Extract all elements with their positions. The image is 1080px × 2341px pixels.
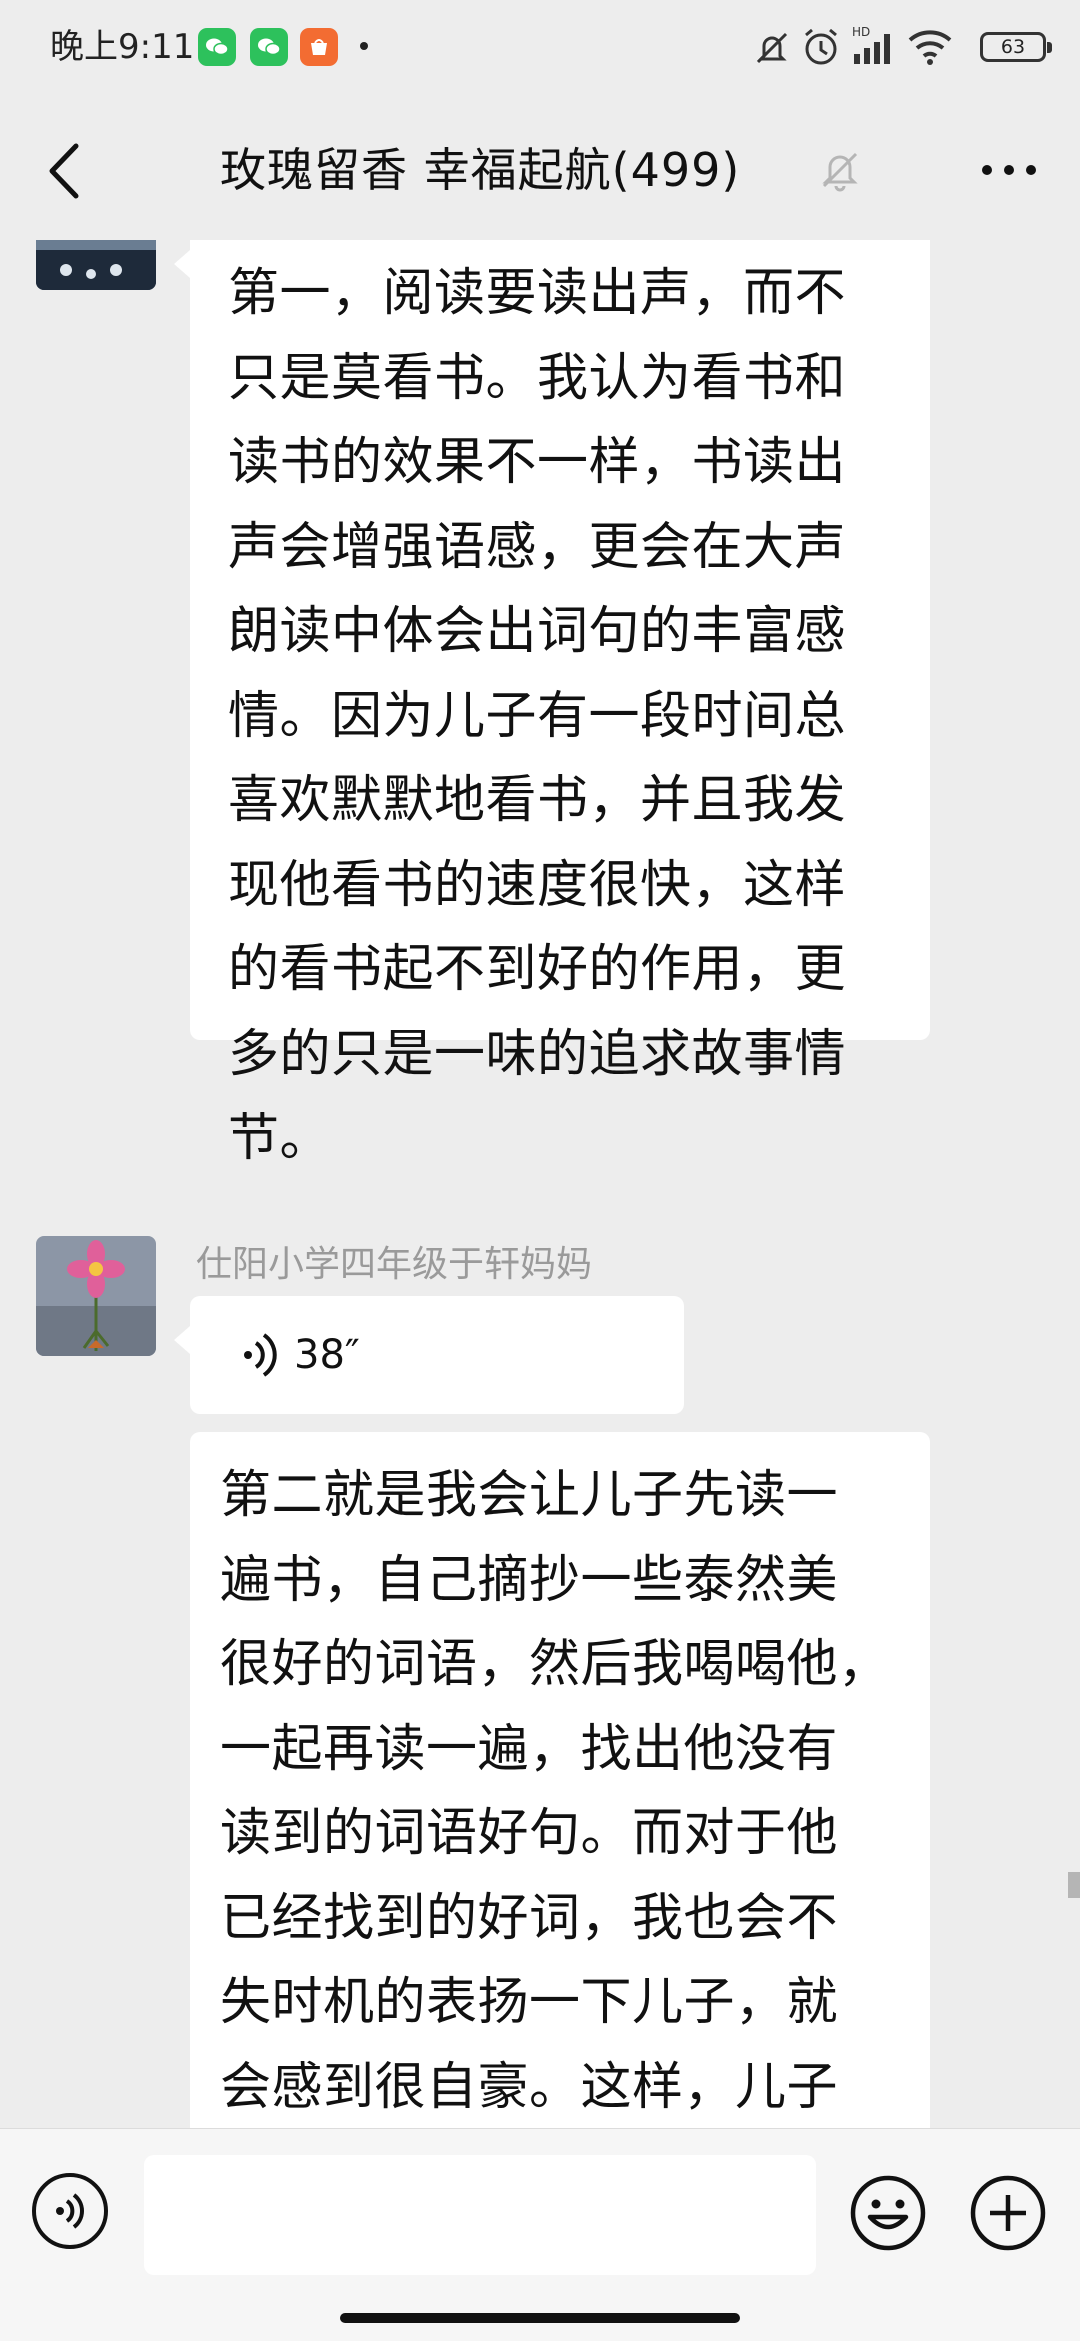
emoji-button[interactable] <box>848 2173 928 2253</box>
message-line: 读到的词语好句。而对于他 <box>220 1804 839 1863</box>
message-line: 节。 <box>228 1109 332 1168</box>
message-input[interactable] <box>144 2155 816 2275</box>
message-line: 读书的效果不一样，书读出 <box>228 433 847 492</box>
hd-signal-icon: HD <box>852 25 890 64</box>
emoji-icon <box>850 2175 926 2251</box>
avatar[interactable] <box>36 1236 156 1356</box>
message-line: 很好的词语，然后我喝喝他， <box>220 1635 890 1694</box>
voice-icon <box>56 2193 84 2229</box>
chat-header: 玫瑰留香 幸福起航(499) <box>0 100 1080 240</box>
home-indicator[interactable] <box>340 2313 740 2323</box>
scrollbar-thumb[interactable] <box>1068 1872 1080 1898</box>
message-line: 遍书，自己摘抄一些泰然美 <box>220 1550 839 1610</box>
alarm-icon <box>805 28 837 65</box>
message-bubble[interactable]: 第一，阅读要读出声，而不 只是莫看书。我认为看书和 读书的效果不一样，书读出 声… <box>174 240 930 1168</box>
message-line: 一起再读一遍，找出他没有 <box>220 1719 839 1779</box>
sender-name: 仕阳小学四年级于轩妈妈 <box>196 1244 593 1285</box>
mute-bell-icon <box>756 32 788 64</box>
message-bubble[interactable]: 第二就是我会让儿子先读一 遍书，自己摘抄一些泰然美 很好的词语，然后我喝喝他， … <box>190 1432 930 2128</box>
wifi-icon <box>908 30 952 65</box>
back-button[interactable] <box>36 136 96 206</box>
message-line: 声会增强语感，更会在大声 <box>228 517 847 577</box>
more-functions-button[interactable] <box>968 2173 1048 2253</box>
store-icon <box>300 28 338 66</box>
voice-wave-icon <box>244 1333 277 1377</box>
avatar[interactable] <box>36 240 156 290</box>
mute-icon <box>822 152 858 192</box>
message-line: 朗读中体会出词句的丰富感 <box>228 602 847 661</box>
message-line: 情。因为儿子有一段时间总 <box>228 686 847 746</box>
plus-icon <box>970 2175 1046 2251</box>
status-bar: 晚上9:11 HD 63 <box>0 0 1080 100</box>
message-line: 失时机的表扬一下儿子，就 <box>220 1973 839 2032</box>
message-line: 已经找到的好词，我也会不 <box>220 1888 839 1948</box>
voice-toggle-button[interactable] <box>32 2173 108 2249</box>
voice-message-bubble[interactable]: 38″ <box>174 1296 684 1414</box>
battery-icon: 63 <box>980 32 1052 62</box>
wechat-icon <box>198 28 236 66</box>
chat-title: 玫瑰留香 幸福起航(499) <box>220 143 741 197</box>
message-line: 多的只是一味的追求故事情 <box>228 1024 847 1084</box>
battery-level: 63 <box>1000 36 1026 58</box>
message-line: 第二就是我会让儿子先读一 <box>220 1466 839 1525</box>
wechat-icon <box>250 28 288 66</box>
message-line: 第一，阅读要读出声，而不 <box>228 264 847 323</box>
flower-avatar-image <box>36 1236 156 1356</box>
input-bar <box>0 2128 1080 2341</box>
message-line: 的看书起不到好的作用，更 <box>228 940 847 999</box>
message-line: 会感到很自豪。这样，儿子 <box>220 2057 839 2117</box>
message-line: 喜欢默默地看书，并且我发 <box>228 771 847 830</box>
message-line: 只是莫看书。我认为看书和 <box>228 348 847 408</box>
message-text: 第二就是我会让儿子先读一 遍书，自己摘抄一些泰然美 很好的词语，然后我喝喝他， … <box>220 1454 890 2128</box>
more-icon <box>982 165 1036 175</box>
voice-duration: 38″ <box>294 1332 360 1378</box>
message-list[interactable]: 第一，阅读要读出声，而不 只是莫看书。我认为看书和 读书的效果不一样，书读出 声… <box>0 240 1080 2128</box>
message-line: 现他看书的速度很快，这样 <box>228 855 847 915</box>
notification-dot <box>360 42 368 50</box>
back-icon <box>49 143 79 199</box>
status-time: 晚上9:11 <box>50 27 195 67</box>
more-button[interactable] <box>974 140 1044 200</box>
avatar-image <box>36 240 156 290</box>
svg-text:HD: HD <box>852 25 870 39</box>
message-text: 第一，阅读要读出声，而不 只是莫看书。我认为看书和 读书的效果不一样，书读出 声… <box>228 252 846 1182</box>
